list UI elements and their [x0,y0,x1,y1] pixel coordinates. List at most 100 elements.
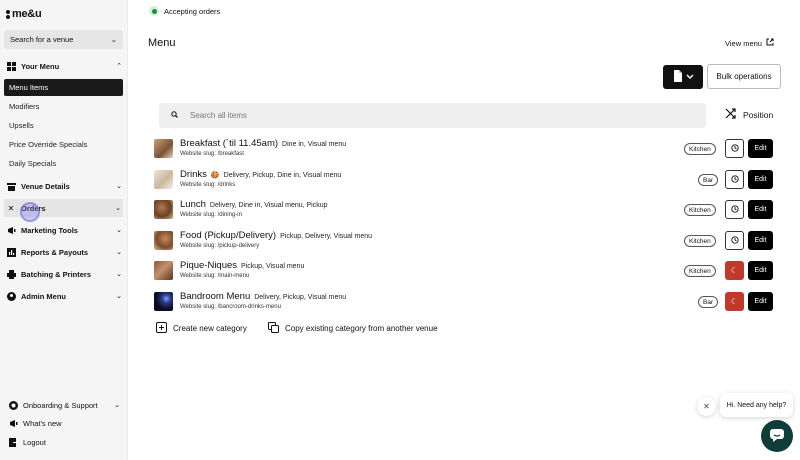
nav-group-venue-details[interactable]: Venue Details ⌄ [0,177,128,195]
chevron-up-icon: ⌃ [116,63,122,70]
category-row[interactable]: Drinks 🍪 Delivery, Pickup, Dine in, Visual… [154,168,774,192]
create-category-label: Create new category [173,324,247,333]
close-icon: ✕ [703,402,710,411]
help-bubble[interactable]: Hi. Need any help? [720,393,793,417]
nav-group-admin-menu[interactable]: Admin Menu ⌄ [0,287,128,305]
chat-launcher-button[interactable] [761,420,793,452]
category-slug: Website slug: /dining-in [180,212,242,218]
logo-dots-icon [6,9,10,19]
category-tags: Delivery, Dine in, Visual menu, Pickup [209,202,328,209]
sidebar-item-label: Upsells [9,121,34,130]
file-icon [673,70,683,84]
nav-group-label: Your Menu [21,61,60,71]
sidebar: me&u Search for a venue ⌄ Your Menu ⌃ Me… [0,0,128,460]
bulk-operations-button[interactable]: Bulk operations [707,64,781,89]
inactive-schedule-button[interactable]: ☾ [725,292,744,311]
inactive-schedule-button[interactable]: ☾ [725,261,744,280]
sidebar-item-onboarding-support[interactable]: Onboarding & Support ⌄ [0,396,128,414]
nav-group-batching-printers[interactable]: Batching & Printers ⌄ [0,265,128,283]
megaphone-icon [6,225,16,235]
copy-category-label: Copy existing category from another venu… [285,324,438,333]
edit-button[interactable]: Edit [748,231,773,250]
schedule-button[interactable] [725,200,744,219]
search-items-input[interactable]: Search all items [159,103,706,128]
clock-icon [730,143,739,154]
category-row[interactable]: Bandroom Menu Delivery, Pickup, Visual me… [154,290,774,314]
chart-icon [6,247,16,257]
station-badge: Bar [698,296,719,308]
category-thumbnail [154,292,173,311]
chevron-down-icon [686,73,694,82]
nav-group-marketing-tools[interactable]: Marketing Tools ⌄ [0,221,128,239]
venue-search-dropdown[interactable]: Search for a venue ⌄ [4,30,123,49]
chat-icon [770,428,784,444]
schedule-button[interactable] [725,139,744,158]
clock-icon [730,235,739,246]
grid-icon [6,61,16,71]
position-button[interactable]: Position [725,108,773,121]
edit-button[interactable]: Edit [748,200,773,219]
sidebar-item-label: Price Override Specials [9,140,88,149]
category-row[interactable]: Breakfast (`til 11.45am) Dine in, Visual … [154,137,774,161]
sidebar-item-label: Daily Specials [9,159,57,168]
clock-icon [730,204,739,215]
accepting-orders-status[interactable]: Accepting orders [149,6,220,16]
sidebar-item-whats-new[interactable]: What's new [0,414,128,432]
chevron-down-icon: ⌄ [116,271,122,278]
chevron-down-icon: ⌄ [116,227,122,234]
category-tags: Delivery, Pickup, Visual menu [254,294,347,301]
edit-button[interactable]: Edit [748,139,773,158]
category-row[interactable]: Food (Pickup/Delivery) Pickup, Delivery, … [154,229,774,253]
category-slug: Website slug: /drinks [180,182,236,188]
station-badge: Bar [698,174,719,186]
nav-group-reports-payouts[interactable]: Reports & Payouts ⌄ [0,243,128,261]
status-dot-icon [149,6,159,16]
nav-group-label: Venue Details [21,181,70,191]
category-name: Breakfast (`til 11.45am) [180,138,279,149]
chevron-down-icon: ⌄ [110,35,117,44]
station-badge: Kitchen [684,204,716,216]
category-row[interactable]: Pique-Niques Pickup, Visual menu Website … [154,259,774,283]
sidebar-item-price-override-specials[interactable]: Price Override Specials [4,136,123,153]
category-slug: Website slug: /bancroom-drinks-menu [180,304,281,310]
schedule-button[interactable] [725,170,744,189]
schedule-button[interactable] [725,231,744,250]
category-row[interactable]: Lunch Delivery, Dine in, Visual menu, Pic… [154,198,774,222]
category-tags: Delivery, Pickup, Dine in, Visual menu [223,172,342,179]
sidebar-item-modifiers[interactable]: Modifiers [4,98,123,115]
clock-icon [730,174,739,185]
support-icon [8,400,18,410]
add-square-icon [156,322,167,335]
moon-icon: ☾ [730,297,739,306]
edit-button[interactable]: Edit [748,170,773,189]
file-dropdown-button[interactable] [663,65,703,89]
sidebar-item-logout[interactable]: Logout [0,433,128,451]
admin-icon [6,291,16,301]
logo-text: me&u [12,8,42,20]
sidebar-item-menu-items[interactable]: Menu Items [4,79,123,96]
external-link-icon [766,38,774,48]
station-badge: Kitchen [684,235,716,247]
cursor-indicator [20,202,40,222]
category-thumbnail [154,139,173,158]
nav-group-label: Batching & Printers [21,269,92,279]
logout-icon [8,437,18,447]
help-text: Hi. Need any help? [726,401,787,409]
edit-button[interactable]: Edit [748,292,773,311]
brand-logo[interactable]: me&u [6,8,42,20]
create-category-button[interactable]: Create new category [156,322,247,335]
sidebar-item-upsells[interactable]: Upsells [4,117,123,134]
nav-group-your-menu[interactable]: Your Menu ⌃ [0,57,128,75]
help-close-button[interactable]: ✕ [697,397,716,416]
edit-button[interactable]: Edit [748,261,773,280]
copy-category-button[interactable]: Copy existing category from another venu… [268,322,438,335]
category-name: Bandroom Menu [180,291,251,302]
status-label: Accepting orders [164,6,221,16]
chevron-down-icon: ⌄ [116,293,122,300]
category-tags: Dine in, Visual menu [282,141,347,148]
view-menu-link[interactable]: View menu [725,38,774,48]
view-menu-label: View menu [725,38,762,48]
sidebar-item-daily-specials[interactable]: Daily Specials [4,155,123,172]
copy-icon [268,322,279,335]
moon-icon: ☾ [730,266,739,275]
